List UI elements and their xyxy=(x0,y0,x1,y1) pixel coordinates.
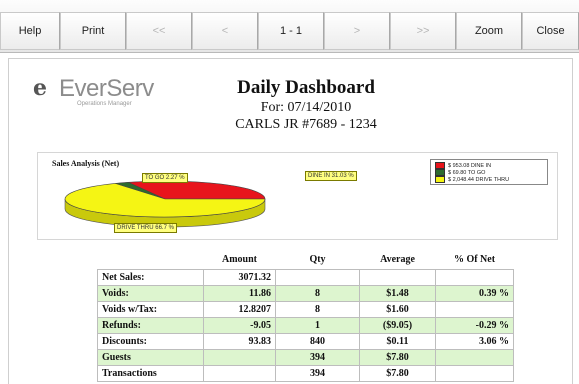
logo-wordmark: EverServ xyxy=(59,75,154,102)
slice-label-drive-thru: DRIVE THRU 66.7 % xyxy=(114,223,177,233)
sales-chart-panel: Sales Analysis (Net) TO GO 2.27 % DINE I… xyxy=(37,152,558,240)
legend-item: $ 69.80 TO GO xyxy=(435,169,485,176)
table-row: Net Sales: 3071.32 xyxy=(97,269,514,286)
legend-label: $ 69.80 TO GO xyxy=(448,169,486,176)
table-cell-average: ($9.05) xyxy=(359,317,436,334)
legend-swatch xyxy=(435,169,445,176)
report-toolbar: Help Print << < 1 - 1 > >> Zoom Close xyxy=(0,0,579,53)
table-cell-qty: 394 xyxy=(275,349,360,366)
table-cell-amount: 93.83 xyxy=(203,333,276,350)
logo-mark-icon: e xyxy=(33,75,47,101)
zoom-button[interactable]: Zoom xyxy=(456,12,522,50)
table-cell-label: Guests xyxy=(97,349,204,366)
legend-item: $ 953.08 DINE IN xyxy=(435,162,491,169)
table-row: Voids: 11.86 8 $1.48 0.39 % xyxy=(97,285,514,302)
store-name: CARLS JR #7689 - 1234 xyxy=(235,117,377,132)
page-title: Daily Dashboard xyxy=(237,77,375,98)
table-cell-pct: 3.06 % xyxy=(435,333,514,350)
table-cell-average xyxy=(359,269,436,286)
table-cell-label: Voids: xyxy=(97,285,204,302)
legend-swatch xyxy=(435,176,445,183)
close-button[interactable]: Close xyxy=(522,12,579,50)
table-cell-pct xyxy=(435,349,514,366)
table-cell-pct xyxy=(435,365,514,382)
report-date: For: 07/14/2010 xyxy=(260,100,352,115)
everserv-logo: e EverServ Operations Manager xyxy=(33,73,154,123)
last-page-button[interactable]: >> xyxy=(390,12,456,50)
table-row: Guests 394 $7.80 xyxy=(97,349,514,366)
table-row: Voids w/Tax: 12.8207 8 $1.60 xyxy=(97,301,514,318)
sales-summary-table: Amount Qty Average % Of Net Net Sales: 30… xyxy=(97,250,514,382)
column-header: Qty xyxy=(309,254,326,265)
column-header: % Of Net xyxy=(453,254,496,265)
print-button[interactable]: Print xyxy=(60,12,126,50)
logo-tagline: Operations Manager xyxy=(77,101,132,107)
table-cell-amount: 3071.32 xyxy=(203,269,276,286)
table-cell-pct xyxy=(435,269,514,286)
slice-label-to-go: TO GO 2.27 % xyxy=(142,173,188,183)
table-row: Refunds: -9.05 1 ($9.05) -0.29 % xyxy=(97,317,514,334)
legend-item: $ 2,048.44 DRIVE THRU xyxy=(435,176,509,183)
table-cell-qty: 394 xyxy=(275,365,360,382)
legend-label: $ 2,048.44 DRIVE THRU xyxy=(448,176,510,183)
slice-label-dine-in: DINE IN 31.03 % xyxy=(305,171,357,181)
table-header-row: Amount Qty Average % Of Net xyxy=(98,250,514,270)
report-page: e EverServ Operations Manager Daily Dash… xyxy=(8,58,573,384)
prev-page-button[interactable]: < xyxy=(192,12,258,50)
legend-label: $ 953.08 DINE IN xyxy=(448,162,492,169)
table-cell-qty: 8 xyxy=(275,301,360,318)
chart-legend: $ 953.08 DINE IN $ 69.80 TO GO $ 2,048.4… xyxy=(430,159,548,185)
table-cell-qty: 8 xyxy=(275,285,360,302)
table-cell-average: $1.60 xyxy=(359,301,436,318)
table-row: Transactions 394 $7.80 xyxy=(97,365,514,382)
table-cell-average: $0.11 xyxy=(359,333,436,350)
table-cell-qty: 840 xyxy=(275,333,360,350)
report-header: Daily Dashboard For: 07/14/2010 CARLS JR… xyxy=(199,77,413,133)
table-row: Discounts: 93.83 840 $0.11 3.06 % xyxy=(97,333,514,350)
table-cell-amount: -9.05 xyxy=(203,317,276,334)
table-cell-label: Discounts: xyxy=(97,333,204,350)
table-cell-pct xyxy=(435,301,514,318)
table-cell-label: Net Sales: xyxy=(97,269,204,286)
next-page-button[interactable]: > xyxy=(324,12,390,50)
table-cell-amount: 12.8207 xyxy=(203,301,276,318)
table-cell-average: $7.80 xyxy=(359,365,436,382)
page-indicator: 1 - 1 xyxy=(258,12,324,50)
table-cell-amount xyxy=(203,349,276,366)
table-cell-label: Transactions xyxy=(97,365,204,382)
table-cell-average: $7.80 xyxy=(359,349,436,366)
first-page-button[interactable]: << xyxy=(126,12,192,50)
table-cell-average: $1.48 xyxy=(359,285,436,302)
table-cell-label: Voids w/Tax: xyxy=(97,301,204,318)
table-cell-label: Refunds: xyxy=(97,317,204,334)
column-header xyxy=(98,250,204,270)
table-cell-qty xyxy=(275,269,360,286)
table-cell-pct: -0.29 % xyxy=(435,317,514,334)
table-cell-pct: 0.39 % xyxy=(435,285,514,302)
table-cell-qty: 1 xyxy=(275,317,360,334)
table-cell-amount xyxy=(203,365,276,382)
column-header: Amount xyxy=(221,254,257,265)
column-header: Average xyxy=(380,254,415,265)
help-button[interactable]: Help xyxy=(0,12,60,50)
table-cell-amount: 11.86 xyxy=(203,285,276,302)
legend-swatch xyxy=(435,162,445,169)
